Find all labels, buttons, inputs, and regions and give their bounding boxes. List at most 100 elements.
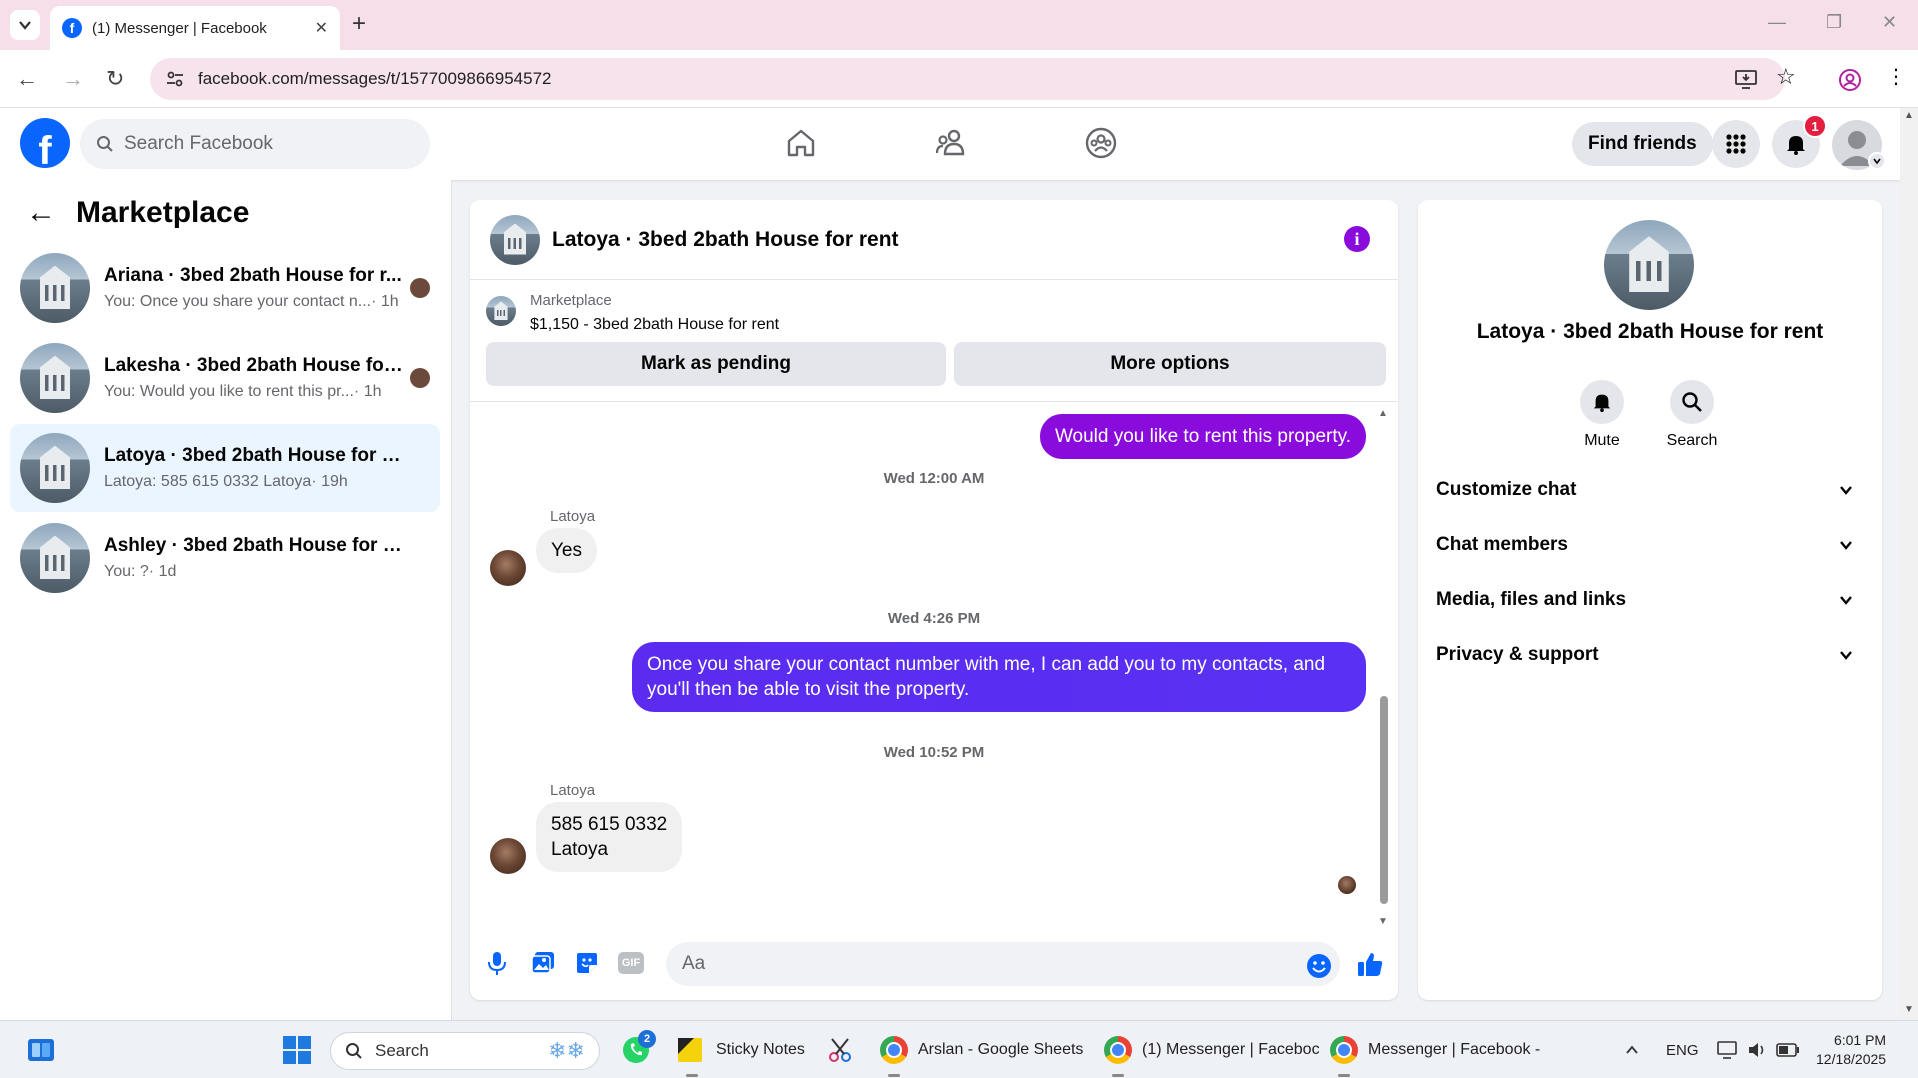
gif-icon[interactable]: GIF — [618, 952, 644, 974]
running-indicator — [1112, 1074, 1124, 1077]
taskbar-search[interactable]: Search ❄❄ — [330, 1032, 600, 1070]
groups-icon[interactable] — [1084, 126, 1118, 165]
snowflake-icon: ❄❄ — [548, 1038, 585, 1063]
sticky-notes-taskbar-item[interactable]: Sticky Notes — [676, 1021, 805, 1078]
conversation-item-ashley[interactable]: Ashley · 3bed 2bath House for rent You: … — [10, 514, 440, 602]
language-indicator[interactable]: ENG — [1666, 1021, 1699, 1078]
scrollbar-thumb[interactable] — [1380, 696, 1388, 904]
signature-line: Latoya — [551, 839, 609, 860]
reload-icon[interactable]: ↻ — [106, 66, 124, 92]
chrome-messenger2-taskbar-item[interactable]: Messenger | Facebook - — [1330, 1021, 1540, 1078]
forward-icon[interactable]: → — [62, 66, 84, 92]
browser-tab-messenger[interactable]: f (1) Messenger | Facebook ✕ — [50, 6, 340, 50]
browser-toolbar: ← → ↻ facebook.com/messages/t/1577009866… — [0, 50, 1918, 108]
friends-icon[interactable] — [934, 126, 968, 165]
search-in-conversation-button[interactable]: Search — [1652, 380, 1732, 450]
tray-overflow-icon[interactable] — [1624, 1021, 1640, 1078]
phone-number-line: 585 615 0332 — [551, 814, 668, 835]
network-icon[interactable] — [1716, 1021, 1738, 1078]
conversation-item-lakesha[interactable]: Lakesha · 3bed 2bath House for ... You: … — [10, 334, 440, 422]
info-icon[interactable]: i — [1344, 226, 1370, 252]
sticker-icon[interactable] — [574, 950, 600, 981]
scroll-up-icon[interactable]: ▲ — [1378, 408, 1388, 419]
whatsapp-taskbar-icon[interactable]: 2 — [620, 1021, 656, 1078]
search-icon — [97, 136, 113, 152]
emoji-icon[interactable] — [1306, 953, 1332, 984]
battery-icon[interactable] — [1776, 1021, 1800, 1078]
page-scroll-up-icon[interactable]: ▲ — [1904, 110, 1914, 121]
tab-search-button[interactable] — [10, 10, 40, 40]
message-thread: Would you like to rent this property. We… — [470, 402, 1398, 932]
latoya-avatar[interactable] — [490, 550, 526, 586]
conversation-preview: You: Would you like to rent this pr... — [104, 383, 354, 400]
close-tab-icon[interactable]: ✕ — [315, 18, 328, 38]
back-arrow-icon[interactable]: ← — [26, 196, 56, 230]
facebook-search-input[interactable]: Search Facebook — [80, 119, 430, 169]
chat-avatar[interactable] — [490, 214, 540, 265]
conversation-item-latoya[interactable]: Latoya · 3bed 2bath House for rent Latoy… — [10, 424, 440, 512]
menu-grid-icon[interactable] — [1712, 120, 1760, 168]
site-info-icon[interactable] — [164, 68, 186, 90]
conversation-name: Ariana · 3bed 2bath House for r... — [104, 265, 402, 286]
details-title: Latoya · 3bed 2bath House for rent — [1476, 320, 1824, 343]
incoming-message[interactable]: 585 615 0332 Latoya — [536, 802, 683, 872]
tab-title: (1) Messenger | Facebook — [92, 19, 267, 37]
conversation-item-ariana[interactable]: Ariana · 3bed 2bath House for r... You: … — [10, 244, 440, 332]
chrome-sheets-taskbar-item[interactable]: Arslan - Google Sheets — [880, 1021, 1083, 1078]
photo-icon[interactable] — [530, 950, 556, 981]
chevron-down-icon — [1840, 596, 1852, 605]
privacy-support-row[interactable]: Privacy & support — [1436, 633, 1864, 677]
back-icon[interactable]: ← — [16, 66, 38, 92]
chrome-messenger-taskbar-item[interactable]: (1) Messenger | Faceboc — [1104, 1021, 1320, 1078]
more-options-button[interactable]: More options — [954, 342, 1386, 386]
seen-avatar — [410, 368, 430, 388]
volume-icon[interactable] — [1746, 1021, 1768, 1078]
media-files-links-row[interactable]: Media, files and links — [1436, 578, 1864, 622]
mark-as-pending-button[interactable]: Mark as pending — [486, 342, 946, 386]
address-bar[interactable]: facebook.com/messages/t/1577009866954572 — [150, 58, 1785, 100]
home-icon[interactable] — [784, 126, 818, 165]
install-app-icon[interactable] — [1734, 68, 1758, 95]
page-scrollbar[interactable]: ▲ ▼ — [1900, 108, 1918, 1020]
microphone-icon[interactable] — [486, 950, 508, 981]
scroll-down-icon[interactable]: ▼ — [1378, 916, 1388, 927]
outgoing-message[interactable]: Would you like to rent this property. — [1039, 414, 1366, 459]
latoya-avatar[interactable] — [490, 838, 526, 874]
profile-icon[interactable] — [1838, 68, 1862, 97]
mute-button[interactable]: Mute — [1562, 380, 1642, 450]
chat-members-row[interactable]: Chat members — [1436, 523, 1864, 567]
search-icon — [346, 1043, 362, 1059]
customize-chat-row[interactable]: Customize chat — [1436, 468, 1864, 512]
bookmark-star-icon[interactable]: ☆ — [1776, 64, 1796, 90]
timestamp: Wed 12:00 AM — [883, 470, 985, 487]
find-friends-button[interactable]: Find friends — [1572, 122, 1713, 166]
sender-name: Latoya — [550, 508, 596, 525]
search-icon — [1682, 392, 1702, 412]
chevron-down-icon — [1840, 651, 1852, 660]
page-scroll-down-icon[interactable]: ▼ — [1904, 1004, 1914, 1015]
outgoing-message[interactable]: Once you share your contact number with … — [632, 642, 1366, 712]
message-input[interactable]: Aa — [666, 942, 1340, 986]
chat-title[interactable]: Latoya · 3bed 2bath House for rent — [552, 228, 899, 252]
restore-icon[interactable]: ❐ — [1826, 12, 1842, 33]
facebook-logo[interactable]: f — [20, 118, 70, 168]
minimize-icon[interactable]: — — [1768, 12, 1786, 33]
new-tab-button[interactable]: + — [352, 10, 366, 38]
listing-title[interactable]: $1,150 - 3bed 2bath House for rent — [530, 316, 779, 334]
facebook-header: f Search Facebook Find friends 1 — [0, 108, 1900, 180]
menu-kebab-icon[interactable]: ⋮ — [1886, 64, 1906, 89]
sender-name: Latoya — [550, 782, 596, 799]
system-clock[interactable]: 6:01 PM 12/18/2025 — [1816, 1031, 1886, 1069]
running-indicator — [888, 1074, 900, 1077]
snipping-tool-icon[interactable] — [826, 1021, 856, 1078]
windows-start-icon[interactable] — [282, 1021, 312, 1078]
search-placeholder: Search Facebook — [124, 133, 273, 154]
close-window-icon[interactable]: ✕ — [1882, 12, 1897, 33]
account-chevron-icon[interactable] — [1868, 152, 1886, 170]
incoming-message[interactable]: Yes — [536, 528, 597, 573]
listing-thumbnail[interactable] — [486, 296, 516, 326]
panel-title: Marketplace — [76, 196, 250, 229]
thumbs-up-icon[interactable] — [1356, 950, 1384, 983]
listing-avatar-large[interactable] — [1604, 220, 1694, 310]
widgets-icon[interactable] — [26, 1021, 56, 1078]
